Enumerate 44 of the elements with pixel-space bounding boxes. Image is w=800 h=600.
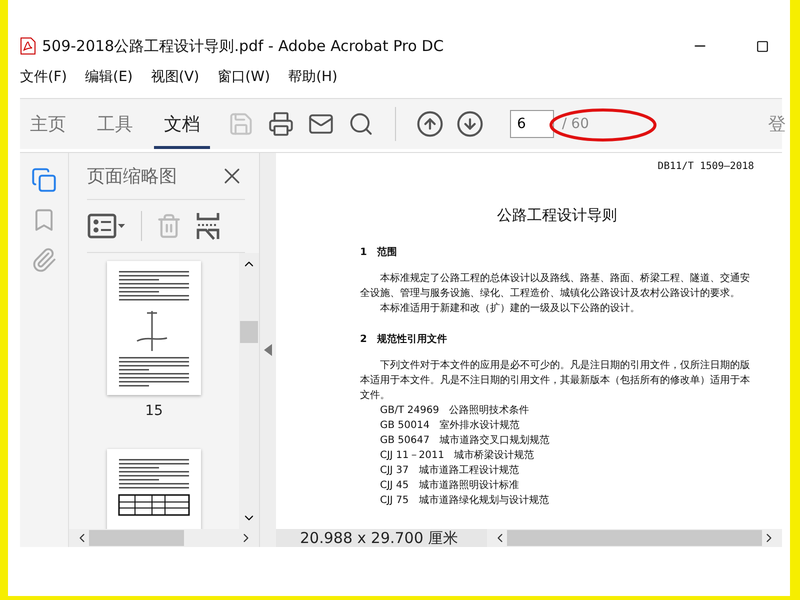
page-number-label: 15 bbox=[145, 403, 163, 419]
paragraph: 本标准适用于新建和改（扩）建的一级及以下公路的设计。 bbox=[379, 302, 641, 316]
printer-icon bbox=[268, 111, 294, 137]
menu-item[interactable]: 帮助(H) bbox=[288, 68, 338, 86]
paperclip-icon[interactable] bbox=[31, 247, 57, 273]
maximize-icon[interactable] bbox=[756, 40, 768, 52]
insert-page-icon bbox=[196, 212, 220, 240]
collapse-arrow-icon[interactable] bbox=[264, 344, 272, 356]
reference-line: GB/T 24969 公路照明技术条件 bbox=[379, 404, 530, 418]
vertical-scrollbar[interactable] bbox=[239, 253, 259, 529]
horizontal-scrollbar[interactable] bbox=[69, 529, 259, 547]
pdf-file-icon bbox=[20, 37, 36, 55]
reference-line: GB 50647 城市道路交叉口规划规范 bbox=[379, 434, 551, 448]
window-title: 509-2018公路工程设计导则.pdf - Adobe Acrobat Pro DC bbox=[42, 36, 445, 56]
reference-line: GB 50014 室外排水设计规范 bbox=[379, 418, 521, 433]
trash-icon bbox=[156, 213, 182, 239]
scrollbar-thumb[interactable] bbox=[240, 321, 258, 343]
panel-title: 页面缩略图 bbox=[87, 165, 177, 188]
nav-tab[interactable]: 文档 bbox=[154, 100, 210, 148]
menu-item[interactable]: 视图(V) bbox=[150, 68, 200, 86]
search-icon bbox=[348, 111, 374, 137]
document-title: 公路工程设计导则 bbox=[496, 206, 618, 225]
list-options-icon bbox=[87, 212, 127, 240]
pages-icon[interactable] bbox=[31, 167, 57, 193]
page-number-field[interactable]: 6 bbox=[510, 110, 554, 138]
reference-line: CJJ 45 城市道路照明设计标准 bbox=[379, 478, 520, 493]
save-icon bbox=[228, 111, 254, 137]
reference-line: CJJ 11－2011 城市桥梁设计规范 bbox=[379, 448, 536, 463]
page-total: / 60 bbox=[562, 116, 589, 132]
paragraph: 下列文件对于本文件的应用是必不可少的。凡是注日期的引用文件，仅所注日期的版本适用于本文件。凡是不注日期的引用文件，其最新版本（包括所有的修改单）适用于本文件。 bbox=[360, 358, 751, 403]
scrollbar-thumb[interactable] bbox=[89, 530, 184, 546]
standard-number: DB11/T 1509—2018 bbox=[656, 161, 754, 172]
nav-tab[interactable]: 主页 bbox=[20, 100, 76, 148]
reference-line: CJJ 37 城市道路工程设计规范 bbox=[379, 464, 520, 478]
section-heading: 1 范围 bbox=[360, 246, 398, 259]
page-size-text: 20.988 x 29.700 厘米 bbox=[276, 529, 487, 547]
menu-item[interactable]: 窗口(W) bbox=[217, 68, 270, 86]
reference-line: CJJ 75 城市道路绿化规划与设计规范 bbox=[379, 494, 550, 508]
nav-tab[interactable]: 工具 bbox=[87, 100, 143, 148]
menu-item[interactable]: 编辑(E) bbox=[84, 68, 133, 86]
menu-item[interactable]: 文件(F) bbox=[20, 68, 67, 86]
section-heading: 2 规范性引用文件 bbox=[360, 332, 448, 346]
paragraph: 本标准规定了公路工程的总体设计以及路线、路基、路面、桥梁工程、隧道、交通安全设施、管理与服务设施、绿化、工程造价、城镇化公路设计及农村公路设计的要求。 bbox=[360, 272, 751, 301]
scrollbar-thumb[interactable] bbox=[507, 530, 762, 546]
